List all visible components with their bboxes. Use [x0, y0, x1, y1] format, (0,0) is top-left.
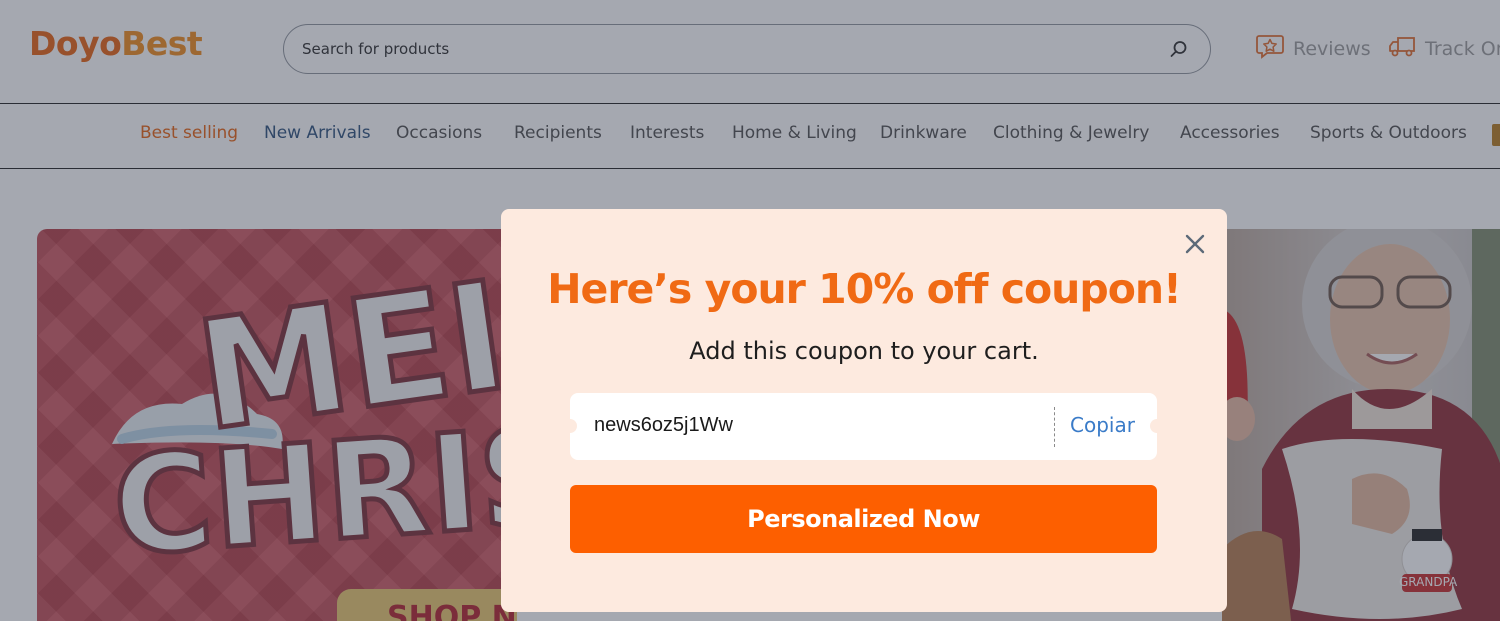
coupon-divider — [1054, 407, 1055, 447]
coupon-modal: Here’s your 10% off coupon! Add this cou… — [501, 209, 1227, 612]
copy-button[interactable]: Copiar — [1070, 413, 1135, 437]
modal-subtitle: Add this coupon to your cart. — [689, 337, 1039, 365]
coupon-box: news6oz5j1Ww Copiar — [563, 393, 1164, 460]
modal-title: Here’s your 10% off coupon! — [547, 265, 1182, 313]
coupon-code[interactable]: news6oz5j1Ww — [594, 414, 733, 437]
personalized-now-button[interactable]: Personalized Now — [570, 485, 1157, 553]
close-icon[interactable] — [1181, 230, 1209, 258]
